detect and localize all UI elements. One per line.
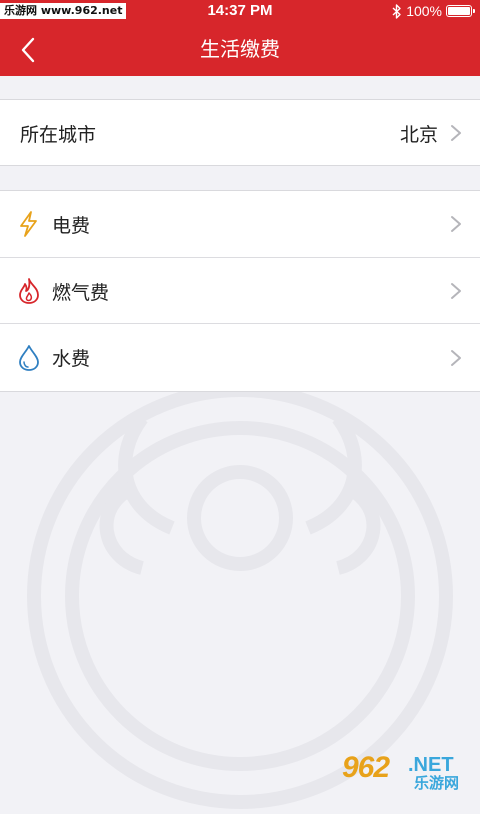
brand-net: .NET: [408, 754, 454, 776]
brand-subtitle: 乐游网: [414, 774, 460, 792]
list-item-gas[interactable]: 燃气费: [0, 256, 480, 325]
city-value: 北京: [399, 123, 438, 146]
bluetooth-icon: [392, 3, 401, 19]
chevron-right-icon: [451, 216, 461, 233]
flame-icon: [19, 278, 39, 304]
chevron-right-icon: [451, 125, 461, 141]
water-drop-icon: [19, 344, 39, 371]
chevron-right-icon: [451, 283, 461, 300]
app-header: 乐游网 www.962.net 14:37 PM 100% 生活缴费: [0, 0, 480, 76]
battery-icon: [446, 5, 475, 17]
page-title: 生活缴费: [200, 37, 280, 61]
nav-bar: 生活缴费: [0, 22, 480, 76]
brand-number: 962: [342, 751, 390, 784]
bill-label: 燃气费: [52, 281, 110, 304]
lightning-icon: [20, 211, 37, 238]
bill-label: 水费: [52, 348, 91, 371]
brand-watermark: 962 .NET 乐游网: [342, 751, 474, 793]
battery-percent: 100%: [406, 3, 442, 19]
background-emblem: [27, 383, 453, 809]
city-label: 所在城市: [20, 123, 97, 146]
bills-group: 电费 燃气费 水费: [0, 190, 480, 392]
city-group: 所在城市 北京: [0, 99, 480, 166]
bill-label: 电费: [52, 214, 91, 237]
list-item-electricity[interactable]: 电费: [0, 191, 480, 258]
chevron-right-icon: [451, 349, 461, 366]
status-bar: 乐游网 www.962.net 14:37 PM 100%: [0, 0, 480, 22]
city-row[interactable]: 所在城市 北京: [0, 100, 480, 166]
list-item-water[interactable]: 水费: [0, 323, 480, 391]
status-right-group: 100%: [392, 2, 475, 20]
